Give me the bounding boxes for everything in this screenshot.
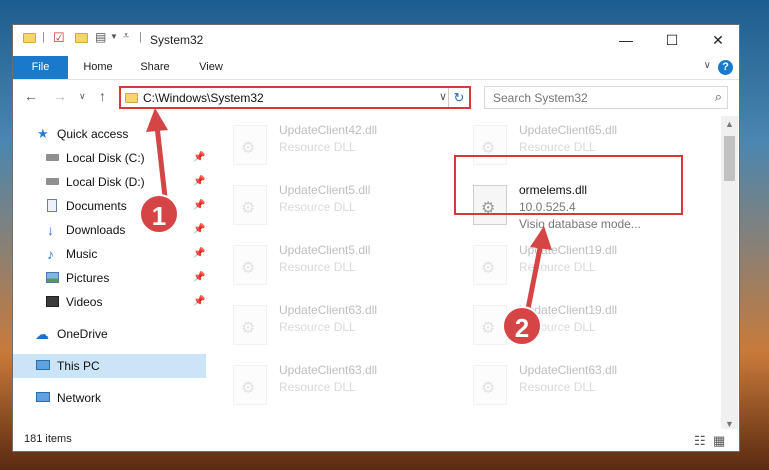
arrow-2-shaft <box>524 242 544 315</box>
callout-step-1: 1 <box>139 194 179 234</box>
arrow-2-head <box>530 226 552 250</box>
arrow-1-shaft <box>154 125 168 198</box>
arrow-1-head <box>146 108 168 132</box>
callout-arrows <box>146 108 552 315</box>
callout-step-2: 2 <box>502 306 542 346</box>
